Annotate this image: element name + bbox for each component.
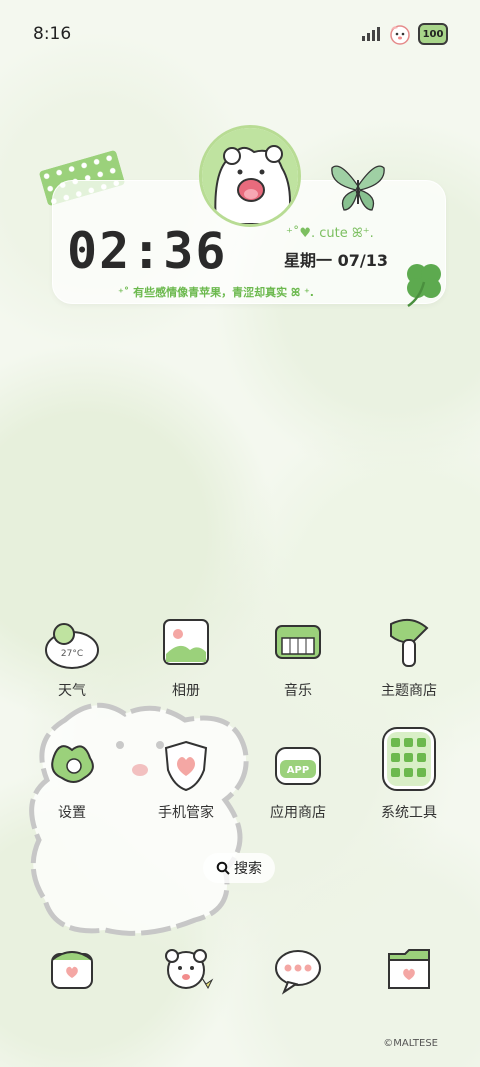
- status-time: 8:16: [33, 24, 72, 44]
- app-system-tools-folder[interactable]: 系统工具: [364, 724, 454, 822]
- app-label: 应用商店: [270, 805, 326, 821]
- widget-quote: 有些感情像青苹果，青涩却真实: [133, 286, 288, 299]
- files-icon: [377, 940, 441, 1000]
- app-music[interactable]: 音乐: [253, 614, 343, 700]
- widget-quote-line: ⁺˚ 有些感情像青苹果，青涩却真实 ꕤ ⁺.: [118, 286, 314, 299]
- camera-icon: [154, 940, 218, 1000]
- app-store-badge: APP: [287, 765, 309, 776]
- app-phone-manager[interactable]: 手机管家: [141, 736, 231, 822]
- butterfly-decoration: [331, 165, 385, 211]
- app-label: 设置: [58, 805, 86, 821]
- app-weather[interactable]: 27°C 天气: [27, 614, 117, 700]
- music-icon: [266, 614, 330, 674]
- app-label: 手机管家: [158, 805, 214, 821]
- status-icons: 100: [362, 22, 448, 46]
- settings-icon: [40, 736, 104, 796]
- battery-indicator: 100: [418, 23, 448, 45]
- cute-dog-status-icon: [390, 25, 410, 45]
- app-label: 主题商店: [381, 683, 437, 699]
- app-label: 天气: [58, 683, 86, 699]
- weather-icon: 27°C: [40, 614, 104, 674]
- status-bar: 8:16 100: [0, 0, 480, 68]
- signal-icon: [362, 27, 380, 41]
- app-label: 相册: [172, 683, 200, 699]
- app-label: 系统工具: [381, 805, 437, 821]
- widget-date-value: 07/13: [337, 251, 388, 270]
- app-settings[interactable]: 设置: [27, 736, 117, 822]
- copyright-text: ©MALTESE: [383, 1038, 438, 1049]
- app-theme-store[interactable]: 主题商店: [364, 614, 454, 700]
- theme-store-icon: [377, 614, 441, 674]
- dock-messages[interactable]: [253, 940, 343, 1000]
- weather-temp: 27°C: [61, 649, 83, 659]
- widget-clock: 02:36: [67, 222, 228, 280]
- widget-date: 星期一 07/13: [284, 247, 388, 271]
- search-button[interactable]: 搜索: [203, 853, 275, 883]
- messages-icon: [266, 940, 330, 1000]
- dock-files[interactable]: [364, 940, 454, 1000]
- widget-weekday: 星期一: [284, 251, 333, 270]
- dock-camera[interactable]: [141, 940, 231, 1000]
- app-store-icon: APP: [266, 736, 330, 796]
- widget-tag: ⁺˚♥. cute ꕤ⁺.: [286, 226, 374, 241]
- search-icon: [216, 861, 230, 875]
- bear-avatar: [199, 125, 301, 227]
- app-app-store[interactable]: APP 应用商店: [253, 736, 343, 822]
- dock-phone[interactable]: [27, 940, 117, 1000]
- gallery-icon: [154, 614, 218, 674]
- app-label: 音乐: [284, 683, 312, 699]
- search-label: 搜索: [234, 861, 262, 877]
- system-tools-folder-icon: [377, 724, 441, 796]
- widget-tag-text: cute: [319, 226, 348, 241]
- phone-icon: [40, 940, 104, 1000]
- app-gallery[interactable]: 相册: [141, 614, 231, 700]
- phone-manager-icon: [154, 736, 218, 796]
- clover-decoration: [407, 264, 441, 308]
